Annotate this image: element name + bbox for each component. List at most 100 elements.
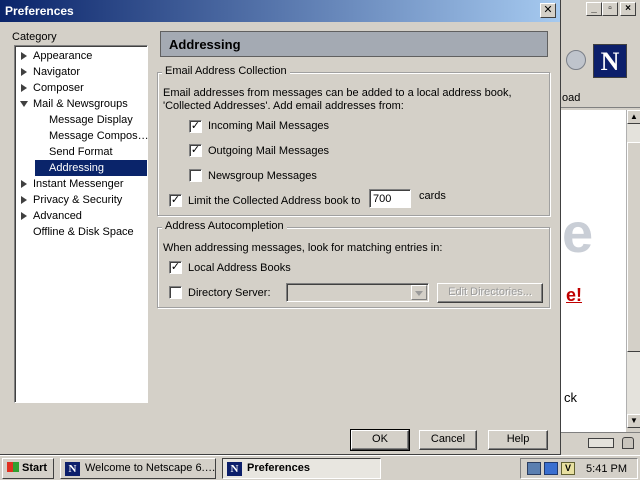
directory-server-checkbox[interactable] [169,286,182,299]
local-address-books-label[interactable]: Local Address Books [188,262,291,274]
twisty-closed-icon[interactable] [21,180,27,188]
netscape-icon: N [65,462,80,476]
background-toolbar-label: oad [562,92,581,104]
tree-item[interactable]: Message Display [35,112,147,128]
lock-icon[interactable] [622,437,634,449]
task-netscape-welcome[interactable]: N Welcome to Netscape 6.… [60,458,216,479]
background-scrollbar[interactable]: ▲ ▼ [626,110,640,428]
directory-server-label[interactable]: Directory Server: [188,287,271,299]
tree-item[interactable]: Instant Messenger [17,176,147,192]
incoming-mail-checkbox[interactable]: ✓ [189,120,202,133]
tree-item[interactable]: Composer [17,80,147,96]
start-label: Start [22,462,48,474]
background-link-fragment[interactable]: e! [566,285,582,306]
tree-item[interactable]: Offline & Disk Space [17,224,147,240]
tree-item-label: Privacy & Security [33,194,123,206]
scroll-up-icon[interactable]: ▲ [627,110,640,124]
tree-item-label: Addressing [49,162,105,174]
tree-item-label: Advanced [33,210,82,222]
cancel-button[interactable]: Cancel [419,430,477,450]
connection-icon [588,438,614,448]
outgoing-mail-checkbox[interactable]: ✓ [189,144,202,157]
twisty-open-icon[interactable] [20,101,28,107]
tree-item-label: Send Format [49,146,113,158]
tree-item[interactable]: Privacy & Security [17,192,147,208]
outgoing-mail-label[interactable]: Outgoing Mail Messages [208,145,329,157]
restore-icon[interactable]: ▫ [602,2,618,16]
clock[interactable]: 5:41 PM [586,463,627,475]
twisty-closed-icon[interactable] [21,52,27,60]
background-heading-fragment: e [562,201,594,264]
tree-item-label: Composer [33,82,84,94]
autocompletion-legend: Address Autocompletion [162,220,287,232]
limit-checkbox[interactable]: ✓ [169,194,182,207]
system-tray: V 5:41 PM [520,458,638,479]
minimize-icon[interactable]: _ [586,2,602,16]
tree-item[interactable]: Send Format [35,144,147,160]
tree-item[interactable]: Advanced [17,208,147,224]
checkmark-icon: ✓ [190,144,201,156]
close-icon[interactable]: ✕ [540,3,556,18]
monitor-icon[interactable] [544,462,558,475]
checkmark-icon: ✓ [170,261,181,273]
directory-server-select[interactable] [286,283,429,302]
checkmark-icon: ✓ [170,194,181,206]
netscape-logo[interactable]: N [593,44,627,78]
tree-item-label: Navigator [33,66,81,78]
antivirus-icon[interactable]: V [561,462,575,475]
task-label: Welcome to Netscape 6.… [85,462,216,474]
tree-item-label: Appearance [33,50,93,62]
tree-item[interactable]: Mail & Newsgroups [17,96,147,112]
tree-item[interactable]: Addressing [35,160,147,176]
tree-item-label: Message Display [49,114,133,126]
taskbar: Start N Welcome to Netscape 6.… N Prefer… [0,455,640,480]
preferences-dialog: Preferences ✕ Category Appearance Navigat… [0,0,561,455]
dropdown-arrow-area[interactable] [411,285,427,300]
edit-directories-button[interactable]: Edit Directories... [437,283,543,303]
chevron-down-icon [415,291,423,296]
task-preferences[interactable]: N Preferences [222,458,381,479]
tree-item[interactable]: Message Compos… [35,128,149,144]
collection-description-line2: 'Collected Addresses'. Add email address… [163,100,404,112]
background-window-controls: _ ▫ × [582,2,638,18]
limit-count-input[interactable]: 700 [369,189,411,208]
tree-item-label: Offline & Disk Space [33,226,134,238]
dialog-title: Preferences [5,4,74,18]
newsgroup-checkbox[interactable] [189,169,202,182]
start-button[interactable]: Start [2,458,54,479]
network-icon[interactable] [527,462,541,475]
netscape-icon: N [227,462,242,476]
tree-item-label: Instant Messenger [33,178,124,190]
collection-legend: Email Address Collection [162,65,290,77]
task-label: Preferences [247,462,310,474]
twisty-closed-icon[interactable] [21,84,27,92]
scroll-thumb[interactable] [627,142,640,352]
scroll-down-icon[interactable]: ▼ [627,414,640,428]
tree-item[interactable]: Appearance [17,48,147,64]
checkmark-icon: ✓ [190,120,201,132]
twisty-closed-icon[interactable] [21,196,27,204]
search-orb-icon[interactable] [566,50,586,70]
category-tree[interactable]: Appearance Navigator Composer Mail & Newsgr… [14,45,149,403]
newsgroup-label[interactable]: Newsgroup Messages [208,170,317,182]
tree-item[interactable]: Navigator [17,64,147,80]
twisty-closed-icon[interactable] [21,68,27,76]
limit-label[interactable]: Limit the Collected Address book to [188,195,360,207]
panel-title: Addressing [160,31,548,57]
help-button[interactable]: Help [488,430,548,450]
ok-button[interactable]: OK [350,429,410,451]
incoming-mail-label[interactable]: Incoming Mail Messages [208,120,329,132]
tree-item-label: Mail & Newsgroups [33,98,128,110]
background-text-fragment: ck [564,390,577,405]
dialog-titlebar[interactable]: Preferences ✕ [0,0,560,22]
tree-item-label: Message Compos… [49,130,149,142]
local-address-books-checkbox[interactable]: ✓ [169,261,182,274]
background-status-bar [560,432,640,454]
limit-suffix: cards [419,190,446,202]
category-label: Category [12,31,57,43]
twisty-closed-icon[interactable] [21,212,27,220]
collection-description-line1: Email addresses from messages can be add… [163,87,512,99]
autocompletion-description: When addressing messages, look for match… [163,242,443,254]
close-icon[interactable]: × [620,2,636,16]
windows-flag-icon [7,462,19,472]
